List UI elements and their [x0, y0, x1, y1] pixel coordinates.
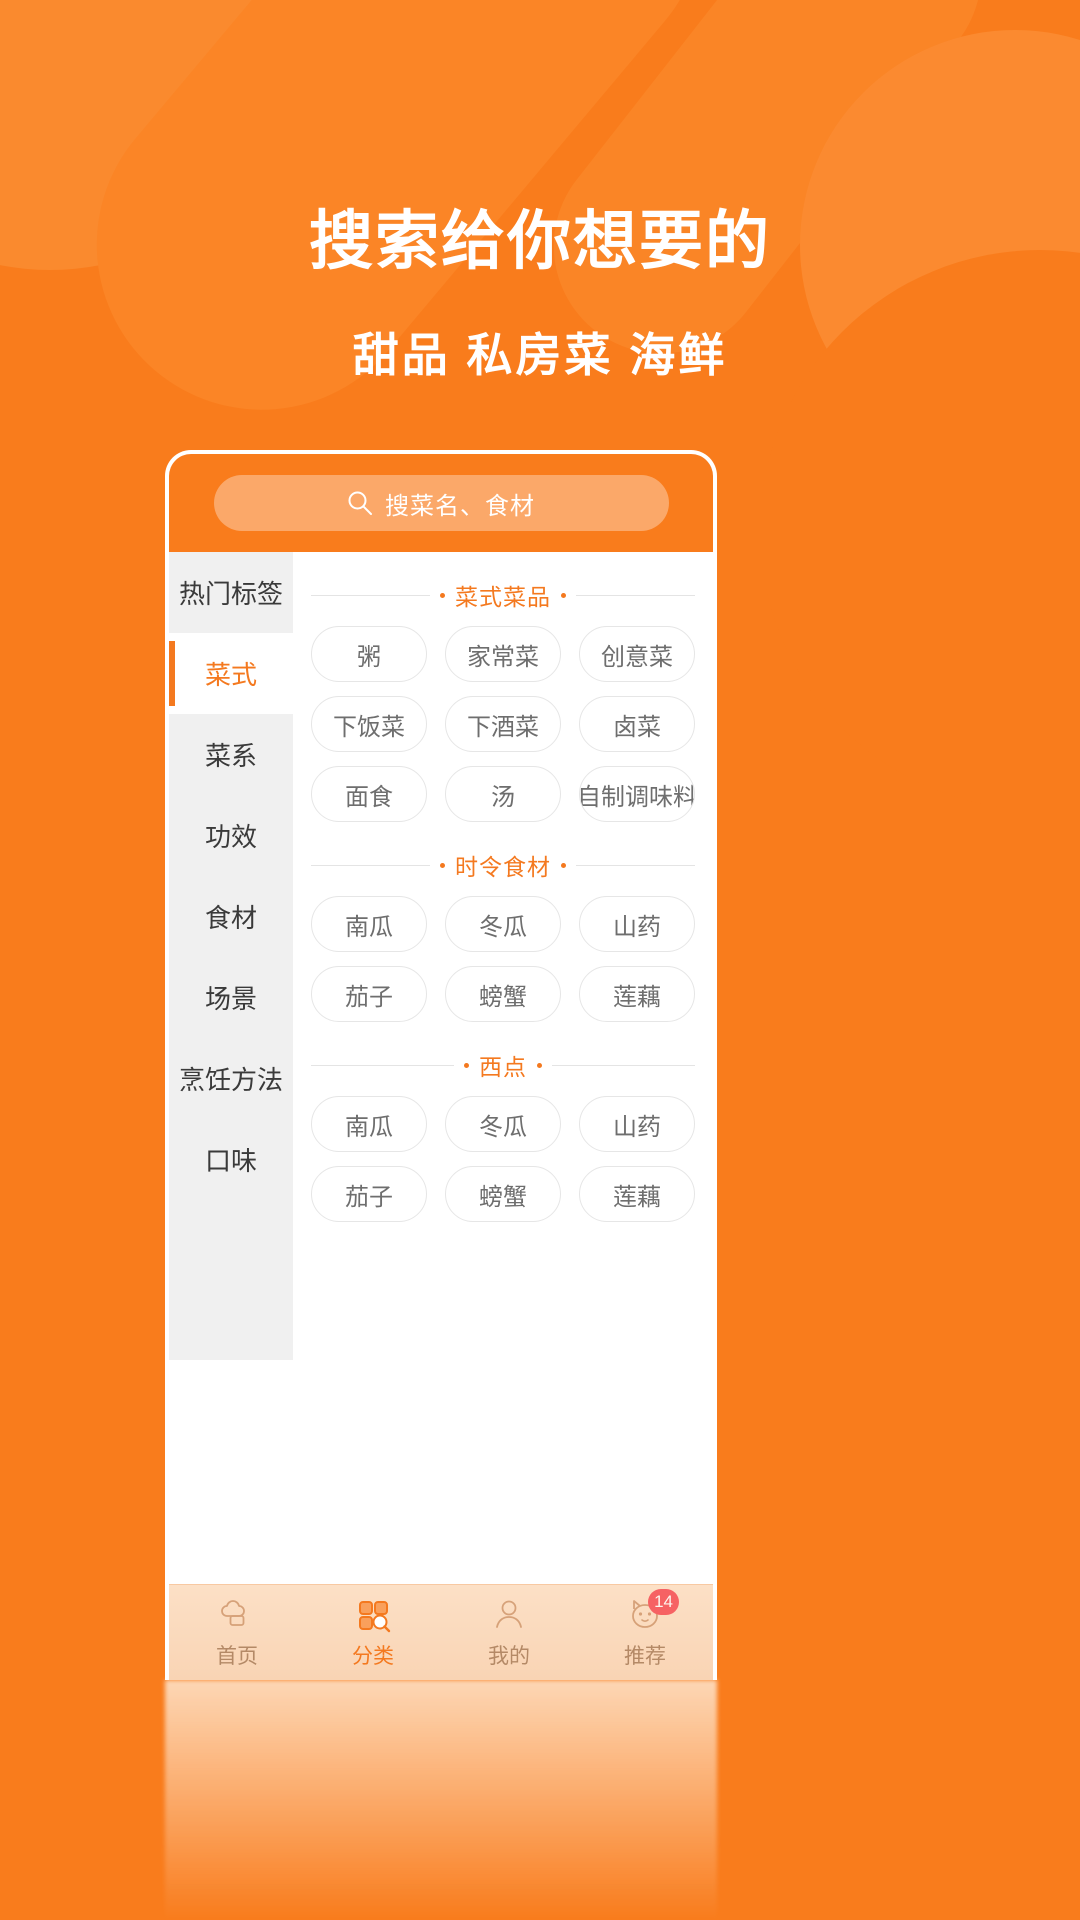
hero-text-block: 搜索给你想要的 甜品 私房菜 海鲜 [0, 205, 1080, 385]
grid-search-icon [353, 1595, 393, 1635]
tab-profile[interactable]: 我的 [441, 1595, 577, 1670]
search-placeholder: 搜菜名、食材 [385, 492, 535, 520]
tag-chip[interactable]: 南瓜 [311, 1096, 427, 1152]
tag-chip[interactable]: 卤菜 [579, 696, 695, 752]
sidebar-item-label: 功效 [204, 822, 257, 852]
search-input[interactable]: 搜菜名、食材 [213, 475, 669, 531]
sidebar-item-label: 口味 [204, 1146, 257, 1176]
tag-chip[interactable]: 南瓜 [311, 896, 427, 952]
tag-chip[interactable]: 下饭菜 [311, 696, 427, 752]
tag-chip[interactable]: 螃蟹 [445, 966, 561, 1022]
sidebar-item-label: 食材 [204, 903, 257, 933]
tag-row: 南瓜 冬瓜 山药 [311, 896, 695, 952]
section-dot-left [440, 592, 445, 598]
tag-chip[interactable]: 冬瓜 [445, 896, 561, 952]
sidebar-item-effect[interactable]: 功效 [169, 795, 293, 876]
tag-chip[interactable]: 冬瓜 [445, 1096, 561, 1152]
tag-chip[interactable]: 茄子 [311, 1166, 427, 1222]
tab-label: 分类 [352, 1645, 394, 1668]
section-title: 西点 [479, 1054, 527, 1080]
page-subtitle: 甜品 私房菜 海鲜 [352, 328, 728, 381]
sidebar-item-label: 热门标签 [178, 579, 283, 609]
section-dot-left [464, 1062, 469, 1068]
tab-home[interactable]: 首页 [169, 1595, 305, 1670]
tab-recommend[interactable]: 14 推荐 [577, 1589, 713, 1670]
tag-row: 面食 汤 自制调味料 [311, 766, 695, 822]
sidebar-item-scene[interactable]: 场景 [169, 957, 293, 1038]
category-sidebar: 热门标签 菜式 菜系 功效 食材 场景 烹饪方法 口味 [169, 552, 293, 1360]
page-title: 搜索给你想要的 [309, 205, 771, 277]
tag-chip[interactable]: 山药 [579, 896, 695, 952]
tag-row: 南瓜 冬瓜 山药 [311, 1096, 695, 1152]
section-divider-right [576, 594, 695, 596]
section-header: 时令食材 [311, 848, 695, 882]
phone-mockup: 搜菜名、食材 热门标签 菜式 菜系 功效 食材 场景 烹饪方法 口味 菜式菜品 … [165, 450, 717, 1680]
section-divider-right [576, 864, 695, 866]
section-dot-right [561, 592, 566, 598]
tag-row: 粥 家常菜 创意菜 [311, 626, 695, 682]
sidebar-item-label: 菜系 [204, 741, 257, 771]
tag-chip[interactable]: 汤 [445, 766, 561, 822]
section-divider-right [552, 1064, 695, 1066]
sidebar-item-hot-tags[interactable]: 热门标签 [169, 552, 293, 633]
tab-label: 推荐 [624, 1645, 666, 1668]
tag-chip[interactable]: 下酒菜 [445, 696, 561, 752]
sidebar-item-label: 菜式 [204, 660, 257, 690]
tag-row: 下饭菜 下酒菜 卤菜 [311, 696, 695, 752]
sidebar-filler [169, 1200, 293, 1360]
chef-hat-icon [217, 1595, 257, 1635]
sidebar-item-cooking-method[interactable]: 烹饪方法 [169, 1038, 293, 1119]
section-dot-left [440, 862, 445, 868]
tag-chip[interactable]: 螃蟹 [445, 1166, 561, 1222]
tag-row: 茄子 螃蟹 莲藕 [311, 1166, 695, 1222]
tag-chip[interactable]: 面食 [311, 766, 427, 822]
section-divider-left [311, 864, 430, 866]
search-header: 搜菜名、食材 [169, 454, 713, 552]
sidebar-item-label: 烹饪方法 [178, 1065, 283, 1095]
tab-label: 首页 [216, 1645, 258, 1668]
person-icon [489, 1595, 529, 1635]
section-divider-left [311, 1064, 454, 1066]
section-dot-right [561, 862, 566, 868]
sidebar-item-dish-type[interactable]: 菜式 [169, 633, 293, 714]
tag-chip[interactable]: 山药 [579, 1096, 695, 1152]
section-dot-right [537, 1062, 542, 1068]
tag-chip[interactable]: 莲藕 [579, 1166, 695, 1222]
section-title: 时令食材 [455, 854, 551, 880]
sidebar-item-taste[interactable]: 口味 [169, 1119, 293, 1200]
tag-row: 茄子 螃蟹 莲藕 [311, 966, 695, 1022]
phone-bottom-glow [165, 1680, 717, 1920]
bottom-tab-bar: 首页 分类 我的 14 推荐 [169, 1584, 713, 1680]
tag-content-area: 菜式菜品 粥 家常菜 创意菜 下饭菜 下酒菜 卤菜 面食 汤 自制调味料 时令食… [293, 552, 713, 1360]
section-title: 菜式菜品 [455, 584, 551, 610]
sidebar-item-label: 场景 [204, 984, 257, 1014]
category-panel: 热门标签 菜式 菜系 功效 食材 场景 烹饪方法 口味 菜式菜品 粥 家常菜 创… [169, 552, 713, 1360]
tab-label: 我的 [488, 1645, 530, 1668]
cat-face-icon: 14 [625, 1589, 679, 1635]
tag-chip[interactable]: 家常菜 [445, 626, 561, 682]
sidebar-item-ingredient[interactable]: 食材 [169, 876, 293, 957]
tag-chip[interactable]: 茄子 [311, 966, 427, 1022]
tag-chip[interactable]: 创意菜 [579, 626, 695, 682]
section-divider-left [311, 594, 430, 596]
section-header: 西点 [311, 1048, 695, 1082]
search-icon [347, 490, 373, 516]
tab-category[interactable]: 分类 [305, 1595, 441, 1670]
sidebar-item-cuisine[interactable]: 菜系 [169, 714, 293, 795]
tag-chip[interactable]: 粥 [311, 626, 427, 682]
tag-chip[interactable]: 自制调味料 [579, 766, 695, 822]
section-header: 菜式菜品 [311, 578, 695, 612]
tag-chip[interactable]: 莲藕 [579, 966, 695, 1022]
notification-badge: 14 [648, 1589, 679, 1615]
